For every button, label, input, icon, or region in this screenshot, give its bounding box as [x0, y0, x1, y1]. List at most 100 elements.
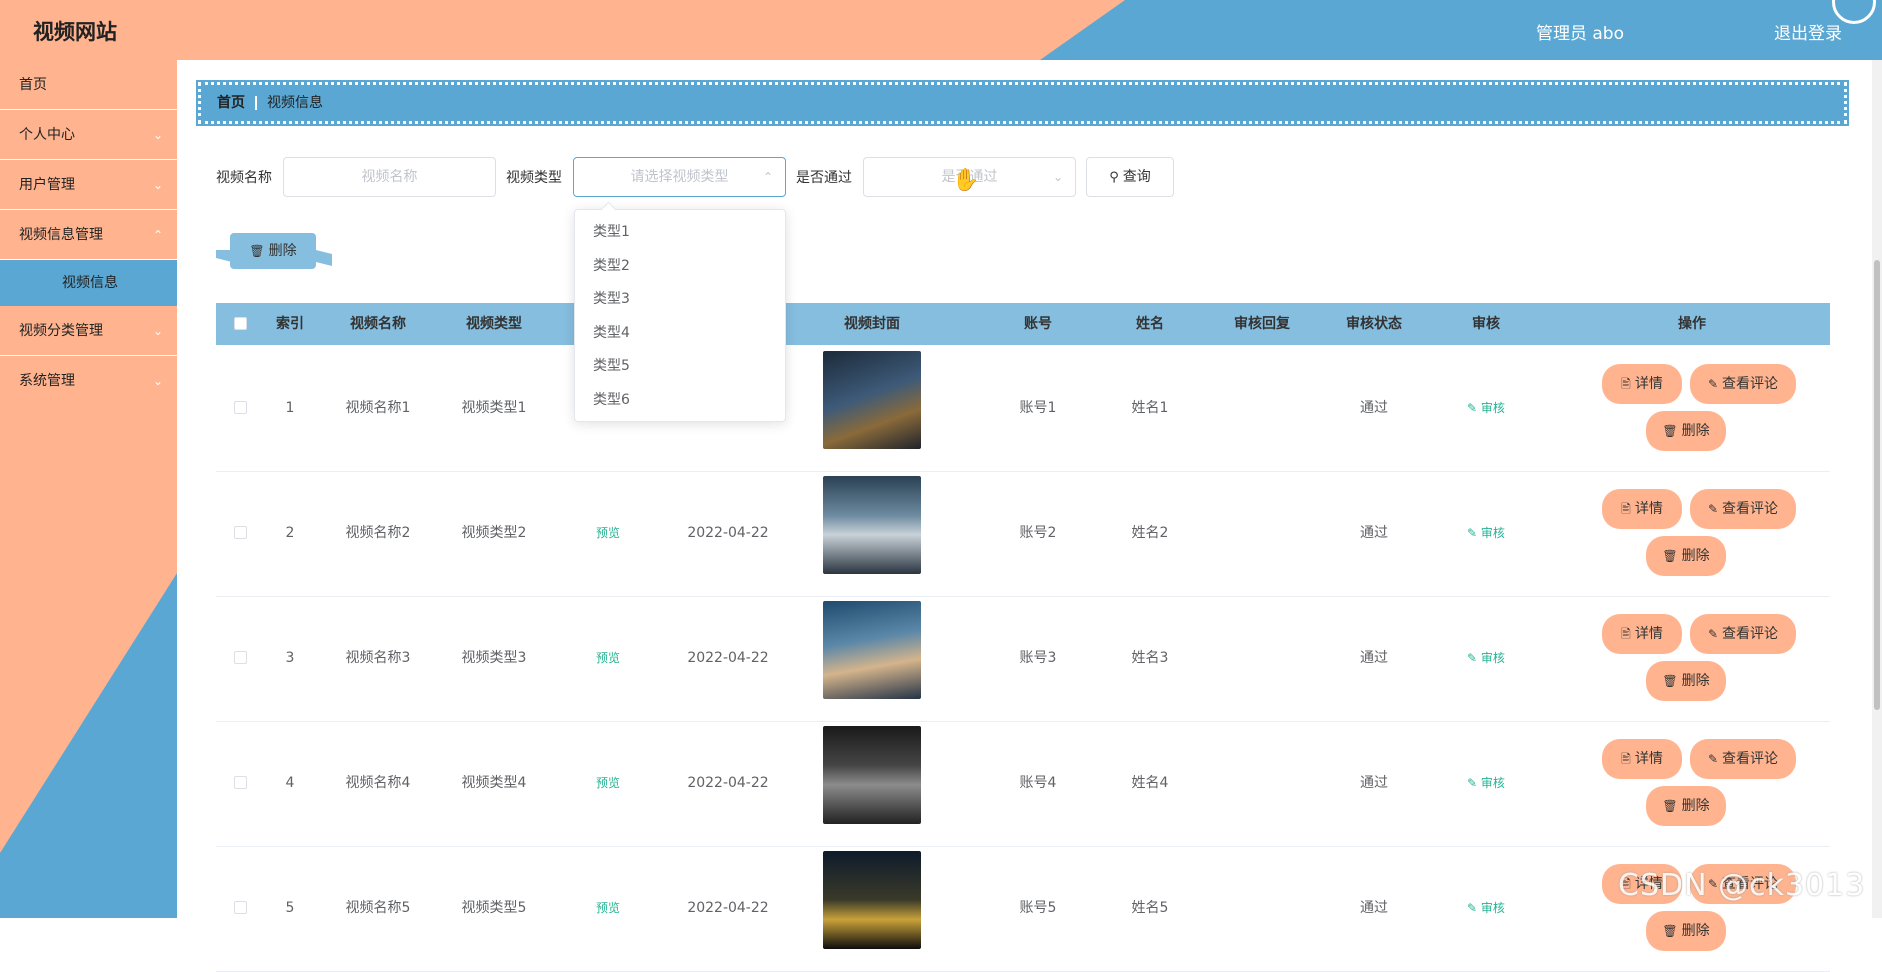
row-checkbox[interactable]: [234, 776, 247, 789]
document-icon: 🖹: [1621, 502, 1631, 516]
chevron-down-icon: ⌄: [152, 128, 163, 142]
preview-link[interactable]: 预览: [552, 471, 664, 595]
logout-link[interactable]: 退出登录: [1774, 19, 1842, 44]
sidebar-item-home[interactable]: 首页: [0, 60, 177, 110]
row-person-name: 姓名5: [1131, 900, 1169, 916]
search-icon: ⚲: [1109, 170, 1119, 185]
table-row: 2 视频名称2 视频类型2 预览 2022-04-22 账号2 姓名2 通过 ✎…: [216, 471, 1830, 597]
row-date: 2022-04-22: [687, 775, 769, 791]
row-account: 账号4: [1019, 775, 1057, 791]
detail-button[interactable]: 🖹 详情: [1604, 616, 1680, 652]
table-row: 3 视频名称3 视频类型3 预览 2022-04-22 账号3 姓名3 通过 ✎…: [216, 596, 1830, 722]
row-actions: 🖹 详情 ✎ 查看评论 🗑 删除: [1552, 471, 1832, 595]
row-person-name: 姓名2: [1131, 525, 1169, 541]
audit-link-label: 审核: [1480, 901, 1505, 915]
watermark: CSDN @ck3013: [1618, 868, 1866, 903]
sidebar-item-personal-center[interactable]: 个人中心 ⌄: [0, 110, 177, 160]
audit-link[interactable]: ✎ 审核: [1430, 596, 1542, 720]
edit-icon: ✎: [1707, 377, 1719, 391]
video-name-input[interactable]: 视频名称: [283, 157, 496, 197]
preview-link[interactable]: 预览: [552, 596, 664, 720]
dropdown-option[interactable]: 类型4: [575, 317, 785, 351]
audit-link[interactable]: ✎ 审核: [1430, 471, 1542, 595]
video-cover-image: [823, 726, 921, 824]
column-header: 账号: [1024, 316, 1052, 332]
chevron-down-icon: ⌄: [152, 178, 163, 192]
sidebar-item-video-info-management[interactable]: 视频信息管理 ⌃: [0, 210, 177, 260]
row-delete-button[interactable]: 🗑 删除: [1648, 413, 1724, 449]
row-checkbox[interactable]: [234, 401, 247, 414]
row-date: 2022-04-22: [687, 525, 769, 541]
video-type-select[interactable]: 请选择视频类型 ⌃: [573, 157, 786, 197]
sidebar-item-label: 首页: [19, 77, 47, 93]
preview-link[interactable]: 预览: [552, 721, 664, 845]
detail-button[interactable]: 🖹 详情: [1604, 366, 1680, 402]
dropdown-option[interactable]: 类型5: [575, 350, 785, 384]
video-cover-image: [823, 476, 921, 574]
sidebar-item-video-category-management[interactable]: 视频分类管理 ⌄: [0, 306, 177, 356]
view-comments-label: 查看评论: [1722, 376, 1779, 392]
sidebar-item-user-management[interactable]: 用户管理 ⌄: [0, 160, 177, 210]
row-delete-button[interactable]: 🗑 删除: [1648, 788, 1724, 824]
row-checkbox[interactable]: [234, 526, 247, 539]
trash-icon: 🗑: [1662, 424, 1678, 438]
row-audit-reply: [1206, 471, 1318, 595]
row-actions: 🖹 详情 ✎ 查看评论 🗑 删除: [1552, 846, 1832, 970]
edit-icon: ✎: [1467, 526, 1481, 540]
view-comments-button[interactable]: ✎ 查看评论: [1692, 741, 1794, 777]
audit-link[interactable]: ✎ 审核: [1430, 846, 1542, 970]
trash-icon: 🗑: [1662, 549, 1678, 563]
batch-delete-button[interactable]: 🗑 删除: [230, 233, 316, 269]
column-header: 审核状态: [1346, 316, 1402, 332]
top-header: 视频网站 管理员 abo 退出登录: [0, 0, 1882, 60]
detail-button[interactable]: 🖹 详情: [1604, 741, 1680, 777]
scrollbar-thumb[interactable]: [1874, 260, 1880, 710]
sidebar-subitem-video-info[interactable]: 视频信息: [0, 260, 177, 306]
row-actions: 🖹 详情 ✎ 查看评论 🗑 删除: [1552, 596, 1832, 720]
row-actions: 🖹 详情 ✎ 查看评论 🗑 删除: [1552, 721, 1832, 845]
row-person-name: 姓名4: [1131, 775, 1169, 791]
row-delete-button[interactable]: 🗑 删除: [1648, 663, 1724, 699]
query-button[interactable]: ⚲ 查询: [1086, 157, 1174, 197]
row-audit-reply: [1206, 346, 1318, 470]
chevron-up-icon: ⌃: [152, 228, 163, 242]
dropdown-option[interactable]: 类型3: [575, 283, 785, 317]
row-video-name: 视频名称1: [345, 400, 411, 416]
row-index: 2: [285, 525, 295, 541]
detail-button[interactable]: 🖹 详情: [1604, 491, 1680, 527]
document-icon: 🖹: [1621, 377, 1631, 391]
row-audit-status: 通过: [1360, 525, 1388, 541]
trash-icon: 🗑: [1662, 924, 1678, 938]
row-delete-label: 删除: [1681, 673, 1710, 689]
dropdown-option[interactable]: 类型6: [575, 384, 785, 418]
preview-link[interactable]: 预览: [552, 846, 664, 970]
audit-link[interactable]: ✎ 审核: [1430, 346, 1542, 470]
sidebar-item-system-management[interactable]: 系统管理 ⌄: [0, 356, 177, 406]
view-comments-button[interactable]: ✎ 查看评论: [1692, 366, 1794, 402]
dropdown-option[interactable]: 类型2: [575, 250, 785, 284]
row-audit-status: 通过: [1360, 900, 1388, 916]
edit-icon: ✎: [1707, 752, 1719, 766]
row-delete-button[interactable]: 🗑 删除: [1648, 913, 1724, 949]
select-all-checkbox[interactable]: [234, 317, 247, 330]
row-checkbox[interactable]: [234, 651, 247, 664]
view-comments-button[interactable]: ✎ 查看评论: [1692, 491, 1794, 527]
audit-link[interactable]: ✎ 审核: [1430, 721, 1542, 845]
row-delete-label: 删除: [1681, 423, 1710, 439]
edit-icon: ✎: [1707, 627, 1719, 641]
video-cover-image: [823, 351, 921, 449]
row-video-type: 视频类型2: [461, 525, 527, 541]
row-delete-button[interactable]: 🗑 删除: [1648, 538, 1724, 574]
row-index: 1: [285, 400, 295, 416]
row-checkbox[interactable]: [234, 901, 247, 914]
breadcrumb-home[interactable]: 首页: [217, 95, 245, 111]
scrollbar[interactable]: [1872, 60, 1882, 918]
view-comments-button[interactable]: ✎ 查看评论: [1692, 616, 1794, 652]
dropdown-option[interactable]: 类型1: [575, 216, 785, 250]
row-video-name: 视频名称4: [345, 775, 411, 791]
row-index: 5: [285, 900, 295, 916]
chevron-down-icon: ⌄: [1052, 170, 1063, 184]
breadcrumb-current: 视频信息: [267, 95, 323, 111]
chevron-down-icon: ⌄: [152, 374, 163, 388]
document-icon: 🖹: [1621, 627, 1631, 641]
